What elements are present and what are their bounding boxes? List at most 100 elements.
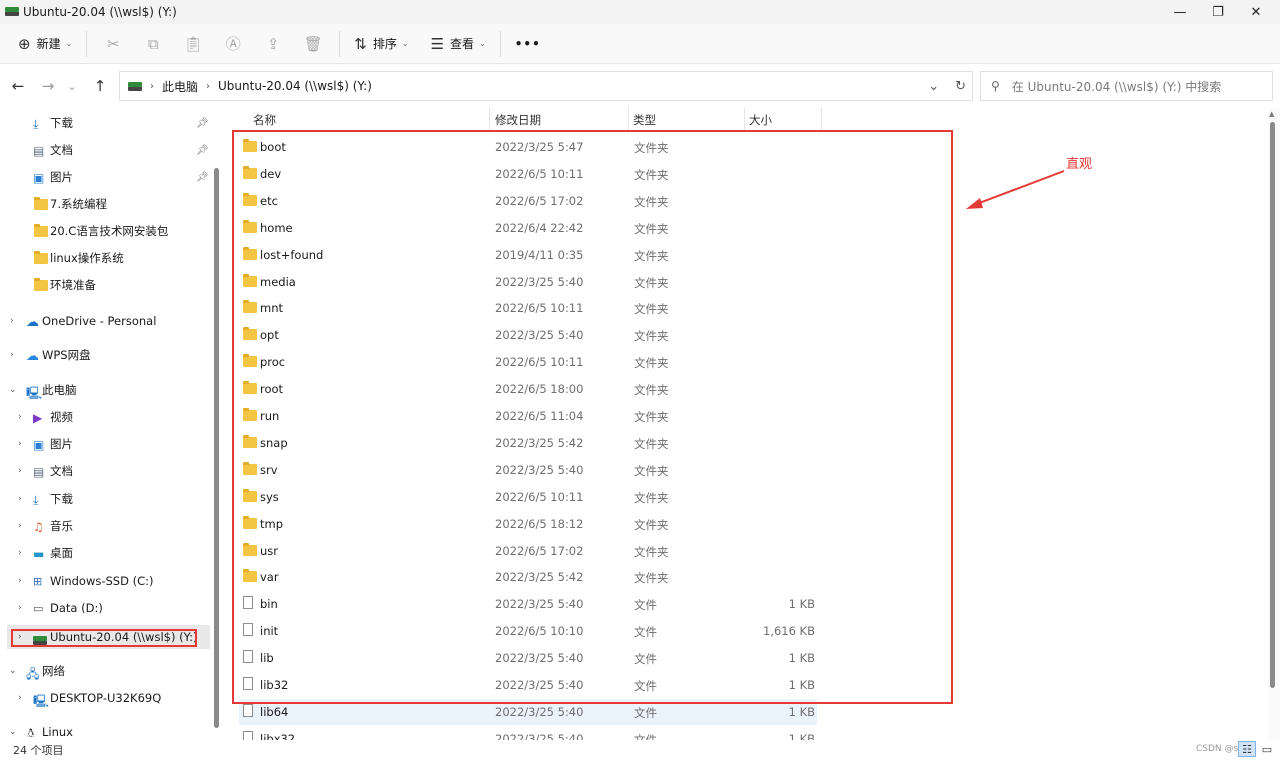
restore-button[interactable]: ❐: [1199, 0, 1237, 24]
sidebar-item-label: 网络: [42, 664, 65, 678]
chevron-down-icon[interactable]: ⌄: [9, 727, 17, 737]
refresh-icon[interactable]: ↻: [955, 79, 966, 94]
scroll-up-arrow-icon[interactable]: ▲: [1269, 110, 1274, 118]
document-icon: ▤: [33, 465, 45, 479]
linux-drive-icon: [5, 7, 19, 17]
chevron-right-icon[interactable]: ›: [18, 412, 22, 422]
delete-icon[interactable]: 🗑︎: [293, 29, 333, 59]
download-icon: ⤓: [33, 493, 39, 507]
chevron-down-icon[interactable]: ⌄: [9, 385, 17, 395]
selection-annotation-box: [11, 629, 197, 647]
copy-icon[interactable]: ⧉: [133, 29, 173, 59]
pin-icon[interactable]: 📌︎: [196, 145, 209, 156]
sidebar-item-label: linux操作系统: [50, 251, 124, 265]
drive-icon: ▭: [33, 602, 44, 615]
chevron-right-icon[interactable]: ›: [18, 548, 22, 558]
command-bar: ⊕ 新建 ⌄ ✂ ⧉ 📋︎ Ⓐ ⇪ 🗑︎ ⇅ 排序 ⌄ ☰ 查看 ⌄ •••: [0, 24, 1280, 64]
download-icon: ⤓: [33, 117, 39, 131]
sidebar-item-label: Data (D:): [50, 601, 103, 615]
chevron-right-icon[interactable]: ›: [18, 439, 22, 449]
column-divider[interactable]: [821, 108, 822, 130]
video-icon: ▶: [33, 411, 43, 425]
file-name: lib64: [260, 705, 289, 719]
column-header-date[interactable]: 修改日期: [495, 112, 541, 128]
new-button[interactable]: ⊕ 新建 ⌄: [10, 29, 80, 59]
tiles-view-button[interactable]: ▭: [1258, 741, 1276, 757]
desktop-icon: ▬: [33, 547, 45, 561]
view-button[interactable]: ☰ 查看 ⌄: [423, 29, 494, 59]
details-view-button[interactable]: ☷: [1238, 741, 1256, 757]
divider: [339, 30, 341, 57]
sidebar-item-label: 下载: [50, 492, 73, 506]
file-size: 1 KB: [788, 705, 815, 719]
linux-drive-icon: [128, 81, 142, 91]
column-divider[interactable]: [744, 108, 745, 130]
folder-icon: [34, 224, 48, 238]
sort-icon: ⇅: [354, 34, 367, 53]
breadcrumb-this-pc[interactable]: 此电脑: [162, 78, 198, 95]
sidebar-item-label: 文档: [50, 143, 73, 157]
annotation-arrow-icon: [966, 170, 1065, 209]
chevron-right-icon[interactable]: ›: [10, 316, 14, 326]
folder-icon: [34, 251, 48, 265]
sidebar-item-label: WPS网盘: [42, 348, 91, 362]
column-header-name[interactable]: 名称: [253, 112, 276, 128]
recent-locations-icon[interactable]: ⌄: [58, 71, 86, 101]
windows-drive-icon: ⊞: [33, 575, 43, 588]
back-button[interactable]: ←: [4, 71, 32, 101]
sidebar-item-label: 7.系统编程: [50, 197, 107, 211]
sidebar-item-label: 图片: [50, 437, 73, 451]
chevron-right-icon[interactable]: ›: [18, 466, 22, 476]
pin-icon[interactable]: 📌︎: [196, 172, 209, 183]
new-label: 新建: [36, 37, 61, 51]
column-header-size[interactable]: 大小: [749, 112, 772, 128]
more-options-button[interactable]: •••: [507, 29, 549, 59]
sidebar-item-label: 此电脑: [42, 383, 77, 397]
breadcrumb-ubuntu-drive[interactable]: Ubuntu-20.04 (\\wsl$) (Y:): [218, 79, 372, 93]
chevron-right-icon: ›: [150, 80, 154, 92]
rename-icon[interactable]: Ⓐ: [213, 29, 253, 59]
column-header-row: ⌃ 名称 修改日期 类型 大小: [221, 108, 1270, 130]
paste-icon[interactable]: 📋︎: [173, 29, 213, 59]
chevron-right-icon[interactable]: ›: [18, 693, 22, 703]
file-list-scrollbar-thumb[interactable]: [1270, 122, 1275, 688]
file-type: 文件: [634, 706, 657, 720]
file-row[interactable]: libx32 2022/3/25 5:40 文件 1 KB: [221, 726, 821, 740]
address-bar[interactable]: › 此电脑 › Ubuntu-20.04 (\\wsl$) (Y:) ⌄ ↻: [119, 71, 973, 101]
chevron-down-icon[interactable]: ⌄: [9, 666, 17, 676]
column-divider[interactable]: [628, 108, 629, 130]
tux-icon: 🐧︎: [27, 726, 35, 740]
chevron-right-icon[interactable]: ›: [18, 494, 22, 504]
sidebar-item-label: Windows-SSD (C:): [50, 574, 154, 588]
cut-icon[interactable]: ✂: [93, 29, 133, 59]
address-history-dropdown-icon[interactable]: ⌄: [928, 79, 939, 94]
computer-icon: 🖳︎: [33, 694, 50, 708]
minimize-button[interactable]: —: [1161, 0, 1199, 24]
chevron-right-icon[interactable]: ›: [18, 576, 22, 586]
search-placeholder: 在 Ubuntu-20.04 (\\wsl$) (Y:) 中搜索: [1011, 79, 1222, 94]
file-size: 1 KB: [788, 732, 815, 740]
item-count: 24 个项目: [13, 744, 64, 757]
up-button[interactable]: ↑: [86, 71, 114, 101]
column-header-type[interactable]: 类型: [633, 112, 656, 128]
pin-icon[interactable]: 📌︎: [196, 118, 209, 129]
annotation-label: 直观: [1066, 157, 1093, 172]
share-icon[interactable]: ⇪: [253, 29, 293, 59]
close-button[interactable]: ✕: [1237, 0, 1275, 24]
view-label: 查看: [450, 37, 475, 51]
sort-button[interactable]: ⇅ 排序 ⌄: [346, 29, 416, 59]
sidebar-item-label: 视频: [50, 410, 73, 424]
column-divider[interactable]: [489, 108, 490, 130]
search-input[interactable]: ⚲ 在 Ubuntu-20.04 (\\wsl$) (Y:) 中搜索: [980, 71, 1273, 101]
file-name: libx32: [260, 732, 296, 740]
sidebar-scrollbar[interactable]: [214, 168, 219, 728]
file-icon: [243, 731, 253, 740]
file-icon: [243, 704, 253, 720]
chevron-right-icon[interactable]: ›: [18, 603, 22, 613]
sidebar-item-label: 图片: [50, 170, 73, 184]
chevron-right-icon[interactable]: ›: [18, 521, 22, 531]
window-title: Ubuntu-20.04 (\\wsl$) (Y:): [23, 5, 177, 19]
highlight-annotation-box: [232, 130, 953, 704]
chevron-right-icon[interactable]: ›: [10, 350, 14, 360]
sidebar-item-label: 下载: [50, 116, 73, 130]
